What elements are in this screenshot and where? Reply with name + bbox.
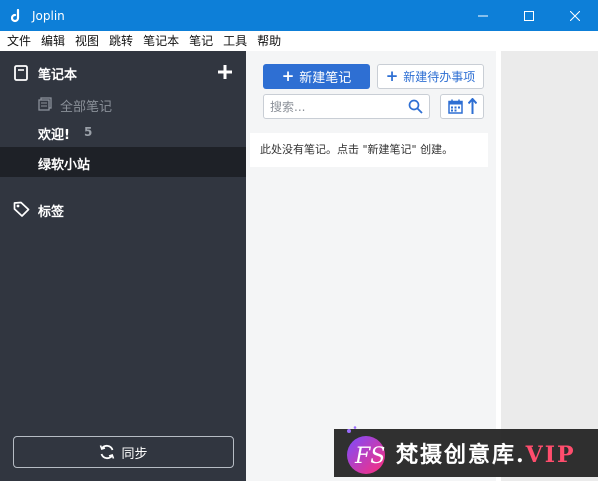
minimize-button[interactable] <box>460 0 506 31</box>
sync-button[interactable]: 同步 <box>13 436 234 468</box>
notebook-item-welcome[interactable]: 欢迎! 5 <box>0 117 246 147</box>
sidebar: 笔记本 全部笔记 欢迎! 5 绿软小站 标签 同步 <box>0 51 246 481</box>
empty-notes-message: 此处没有笔记。点击 "新建笔记" 创建。 <box>250 133 488 167</box>
editor-area <box>501 51 598 481</box>
plus-icon: + <box>281 67 295 85</box>
notebooks-title: 笔记本 <box>38 68 78 83</box>
search-input[interactable] <box>270 98 400 116</box>
menu-note[interactable]: 笔记 <box>184 31 218 51</box>
notebook-item-lvruan[interactable]: 绿软小站 <box>0 147 246 177</box>
menu-notebook[interactable]: 笔记本 <box>138 31 184 51</box>
menu-tools[interactable]: 工具 <box>218 31 252 51</box>
notebooks-header[interactable]: 笔记本 <box>0 61 246 85</box>
sort-toggle[interactable] <box>440 94 484 119</box>
search-box[interactable] <box>263 94 430 119</box>
tags-header[interactable]: 标签 <box>0 197 246 221</box>
window-title: Joplin <box>32 8 65 23</box>
close-icon <box>570 10 580 21</box>
new-todo-label: 新建待办事项 <box>403 70 476 84</box>
menu-edit[interactable]: 编辑 <box>36 31 70 51</box>
all-notes-icon <box>38 97 52 111</box>
new-note-label: 新建笔记 <box>299 71 352 86</box>
menu-help[interactable]: 帮助 <box>252 31 286 51</box>
all-notes-label: 全部笔记 <box>60 100 113 115</box>
title-bar: Joplin <box>0 0 598 31</box>
svg-text:FS: FS <box>354 444 385 469</box>
search-icon[interactable] <box>408 99 423 114</box>
note-list-panel: + 新建笔记 + 新建待办事项 此处没有笔记。点击 "新建笔记" 创建。 <box>246 51 500 481</box>
watermark: FS 梵摄创意库.VIP <box>334 425 598 481</box>
sync-icon <box>100 444 115 460</box>
notebook-label: 绿软小站 <box>38 158 91 173</box>
notebook-note-count: 5 <box>84 125 93 139</box>
new-todo-button[interactable]: + 新建待办事项 <box>377 64 484 89</box>
menu-go[interactable]: 跳转 <box>104 31 138 51</box>
close-button[interactable] <box>552 0 598 31</box>
minimize-icon <box>478 15 488 16</box>
joplin-logo-icon <box>6 0 28 31</box>
plus-icon <box>218 65 232 79</box>
watermark-logo: FS <box>347 426 385 474</box>
sort-arrow-icon[interactable] <box>467 98 477 115</box>
new-note-button[interactable]: + 新建笔记 <box>263 64 370 89</box>
all-notes-item[interactable]: 全部笔记 <box>0 93 246 115</box>
watermark-text: 梵摄创意库.VIP <box>396 442 576 468</box>
watermark-vip: VIP <box>525 442 576 468</box>
menu-view[interactable]: 视图 <box>70 31 104 51</box>
notebook-label: 欢迎! <box>38 128 70 143</box>
notebook-icon <box>14 65 28 81</box>
maximize-icon <box>524 10 534 21</box>
menu-file[interactable]: 文件 <box>2 31 36 51</box>
tags-title: 标签 <box>38 205 65 220</box>
add-notebook-button[interactable] <box>214 61 236 83</box>
menu-bar: 文件 编辑 视图 跳转 笔记本 笔记 工具 帮助 <box>0 31 598 51</box>
calendar-icon[interactable] <box>447 99 463 114</box>
maximize-button[interactable] <box>506 0 552 31</box>
tag-icon <box>13 201 30 217</box>
plus-icon: + <box>385 67 399 85</box>
sync-label: 同步 <box>121 446 148 462</box>
